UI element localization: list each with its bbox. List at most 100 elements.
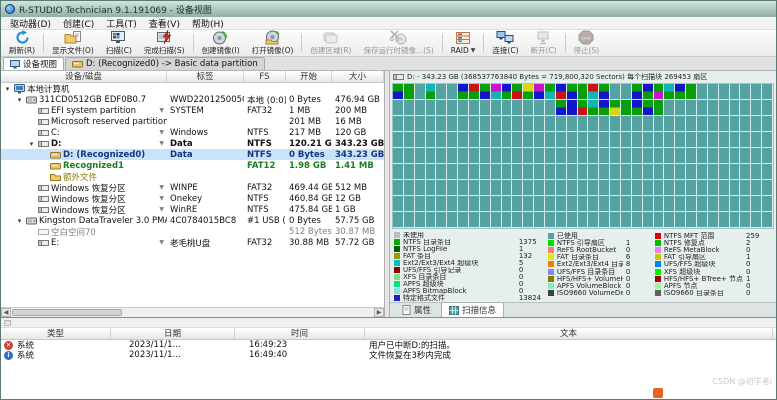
create-region-icon bbox=[322, 30, 339, 45]
scroll-right-arrow-icon[interactable]: ▶ bbox=[374, 308, 384, 317]
log-column-3[interactable]: 文本 bbox=[365, 328, 773, 339]
tree-cell-fs: NTFS bbox=[244, 128, 286, 138]
toolbar-button-label: 打开镜像(O) bbox=[252, 45, 294, 56]
disk-icon bbox=[26, 95, 37, 105]
volume-menu-arrow-icon[interactable]: ▼ bbox=[159, 129, 167, 136]
tree-row[interactable]: Windows 恢复分区▼OnekeyNTFS460.84 GB12 GB bbox=[1, 193, 384, 204]
tree-cell-fs: NTFS bbox=[244, 150, 286, 160]
tree-cell-fs: NTFS bbox=[244, 139, 286, 149]
menu-drive[interactable]: 驱动器(D) bbox=[4, 17, 57, 30]
tree-column-0[interactable]: 设备/磁盘 bbox=[1, 71, 167, 82]
volume-menu-arrow-icon[interactable]: ▼ bbox=[159, 206, 167, 213]
tree-row[interactable]: ▾本地计算机 bbox=[1, 83, 384, 94]
legend-item: Ext2/Ext3/Ext4 超级块5 bbox=[394, 260, 545, 267]
expand-arrow-icon[interactable]: ▾ bbox=[3, 85, 12, 93]
tab-properties[interactable]: 属性 bbox=[394, 302, 439, 318]
scan-block bbox=[491, 196, 502, 212]
legend-count: 6 bbox=[626, 254, 652, 261]
scan-block bbox=[512, 132, 523, 148]
tree-row[interactable]: EFI system partition▼SYSTEMFAT321 MB200 … bbox=[1, 105, 384, 116]
monitor-small-icon bbox=[10, 60, 20, 69]
volume-menu-arrow-icon[interactable]: ▼ bbox=[159, 107, 167, 114]
connect-button[interactable]: 连接(C) bbox=[486, 31, 524, 55]
scan-block bbox=[512, 164, 523, 180]
scan-button[interactable]: 扫描(C) bbox=[100, 31, 138, 55]
create-image-button[interactable]: 创建镜像(I) bbox=[196, 31, 246, 55]
legend-label: Ext2/Ext3/Ext4 超级块 bbox=[403, 260, 516, 267]
complete-scan-button[interactable]: 完成扫描(S) bbox=[138, 31, 191, 55]
toolbar-button-label: 创建区域(R) bbox=[310, 45, 351, 56]
tree-row[interactable]: 空白空间70512 Bytes30.87 MB bbox=[1, 226, 384, 237]
tree-column-2[interactable]: FS bbox=[244, 71, 286, 82]
expand-arrow-icon[interactable]: ▾ bbox=[15, 96, 24, 104]
show-files-button[interactable]: 显示文件(O) bbox=[46, 31, 100, 55]
scan-block bbox=[447, 116, 458, 132]
scrollbar-thumb[interactable] bbox=[12, 309, 122, 316]
scan-block bbox=[588, 164, 599, 180]
log-column-2[interactable]: 时间 bbox=[235, 328, 365, 339]
scan-block bbox=[545, 196, 556, 212]
menu-help[interactable]: 帮助(H) bbox=[186, 17, 230, 30]
scroll-left-arrow-icon[interactable]: ◀ bbox=[1, 308, 11, 317]
log-column-1[interactable]: 日期 bbox=[111, 328, 235, 339]
volume-menu-arrow-icon[interactable]: ▼ bbox=[159, 239, 167, 246]
tree-row[interactable]: Windows 恢复分区▼WinRENTFS475.84 GB1 GB bbox=[1, 204, 384, 215]
log-row[interactable]: i系统2023/11/1...16:49:40文件恢复在3秒内完成 bbox=[1, 350, 776, 360]
tree-row[interactable]: E:▼老毛桃U盘FAT3230.88 MB57.72 GB bbox=[1, 237, 384, 248]
tree-cell-label: Data bbox=[167, 150, 244, 160]
scan-block bbox=[469, 84, 480, 100]
tree-row[interactable]: D: (Recognized0)DataNTFS0 Bytes343.23 GB bbox=[1, 149, 384, 160]
tree-column-4[interactable]: 大小 bbox=[332, 71, 384, 82]
volume-menu-arrow-icon[interactable]: ▼ bbox=[159, 195, 167, 202]
menu-create[interactable]: 创建(C) bbox=[57, 17, 100, 30]
tree-row[interactable]: Windows 恢复分区▼WINPEFAT32469.44 GB512 MB bbox=[1, 182, 384, 193]
scan-block bbox=[578, 196, 589, 212]
legend-label: NTFS 修复点 bbox=[664, 239, 743, 246]
scan-block bbox=[599, 212, 610, 228]
tree-cell-label: WinRE bbox=[167, 205, 244, 215]
tab-device-view[interactable]: 设备视图 bbox=[3, 57, 64, 70]
menu-view[interactable]: 查看(V) bbox=[143, 17, 186, 30]
log-panel-grip-icon[interactable] bbox=[4, 320, 11, 326]
legend-label: APFS 超级块 bbox=[403, 280, 516, 287]
legend-label: ReFS MetaBlock bbox=[664, 246, 743, 253]
scan-block bbox=[643, 148, 654, 164]
legend-item: 未使用 bbox=[394, 232, 545, 239]
tree-row[interactable]: 额外文件 bbox=[1, 171, 384, 182]
tree-row[interactable]: Recognized1FAT121.98 GB1.41 MB bbox=[1, 160, 384, 171]
tab-recognized-partition[interactable]: D: (Recognized0) -> Basic data partition bbox=[65, 57, 265, 70]
legend-label: Ext2/Ext3/Ext4 目录条目 bbox=[557, 261, 623, 268]
scan-block bbox=[632, 212, 643, 228]
log-column-0[interactable]: 类型 bbox=[1, 328, 111, 339]
legend-count: 5 bbox=[519, 260, 545, 267]
tree-column-1[interactable]: 标签 bbox=[167, 71, 244, 82]
raid-button[interactable]: RAID▼ bbox=[445, 31, 482, 55]
horizontal-scrollbar[interactable]: ◀ ▶ bbox=[1, 307, 384, 317]
tree-row[interactable]: ▾Kingston DataTraveler 3.0 PMAP4C0784015… bbox=[1, 215, 384, 226]
scan-block bbox=[708, 196, 719, 212]
tree-column-3[interactable]: 开始 bbox=[286, 71, 332, 82]
tree-row[interactable]: ▾D:▼DataNTFS120.21 GB343.23 GB bbox=[1, 138, 384, 149]
legend-count: 132 bbox=[519, 253, 545, 260]
volume-menu-arrow-icon[interactable]: ▼ bbox=[159, 184, 167, 191]
scan-block bbox=[436, 180, 447, 196]
tree-row[interactable]: ▾311CD0512GB EDF0B0.7WWD2201250050687...… bbox=[1, 94, 384, 105]
volume-gold-icon bbox=[50, 161, 61, 171]
expand-arrow-icon[interactable]: ▾ bbox=[15, 217, 24, 225]
scan-block bbox=[534, 148, 545, 164]
refresh-button[interactable]: 刷新(R) bbox=[3, 31, 41, 55]
tree-cell-size: 343.23 GB bbox=[332, 139, 384, 149]
create-image-icon bbox=[212, 30, 229, 45]
tree-row[interactable]: C:▼WindowsNTFS217 MB120 GB bbox=[1, 127, 384, 138]
menu-tools[interactable]: 工具(T) bbox=[100, 17, 143, 30]
volume-menu-arrow-icon[interactable]: ▼ bbox=[159, 140, 167, 147]
expand-arrow-icon[interactable]: ▾ bbox=[27, 140, 36, 148]
tree-row[interactable]: Microsoft reserved partition▼201 MB16 MB bbox=[1, 116, 384, 127]
tab-scan-information[interactable]: 扫描信息 bbox=[441, 302, 504, 318]
scan-block bbox=[447, 84, 458, 100]
scan-block bbox=[491, 116, 502, 132]
dropdown-arrow-icon[interactable]: ▼ bbox=[471, 47, 476, 54]
open-image-button[interactable]: 打开镜像(O) bbox=[246, 31, 300, 55]
scan-block bbox=[762, 196, 773, 212]
scan-block bbox=[480, 132, 491, 148]
